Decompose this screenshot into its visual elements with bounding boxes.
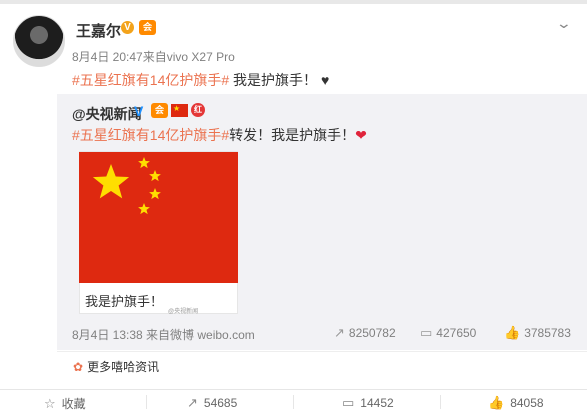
post-hashtag-link[interactable]: #五星红旗有14亿护旗手# bbox=[72, 72, 229, 88]
flower-icon: ✿ bbox=[73, 360, 84, 374]
vip-icon: 会 bbox=[151, 103, 168, 118]
repost-comment-stat[interactable]: ▭ 427650 bbox=[420, 325, 476, 341]
divider bbox=[146, 395, 147, 409]
post-text: #五星红旗有14亿护旗手# 我是护旗手！ ♥ bbox=[72, 70, 329, 90]
like-button[interactable]: 👍 84058 bbox=[488, 395, 544, 411]
star-icon: ☆ bbox=[44, 396, 56, 411]
like-action-count: 84058 bbox=[510, 396, 544, 410]
like-count: 3785783 bbox=[524, 326, 571, 340]
repost-author[interactable]: @央视新闻 bbox=[72, 104, 142, 124]
top-border bbox=[0, 0, 587, 4]
repost-meta: 8月4日 13:38 来自微博 weibo.com bbox=[72, 328, 255, 342]
china-flag-image[interactable] bbox=[79, 152, 238, 283]
red-heart-icon: ❤ bbox=[355, 127, 367, 143]
repost-text: #五星红旗有14亿护旗手#转发！我是护旗手！❤ bbox=[72, 125, 367, 145]
comment-count: 427650 bbox=[436, 326, 477, 340]
blue-verified-icon: V bbox=[134, 103, 144, 119]
forward-action-count: 54685 bbox=[203, 396, 238, 410]
avatar[interactable] bbox=[13, 15, 65, 67]
comment-button[interactable]: ▭ 14452 bbox=[342, 395, 394, 411]
flag-badge-icon: ★ bbox=[171, 104, 188, 117]
verified-icon: V bbox=[121, 21, 134, 34]
forward-icon: ↗ bbox=[334, 325, 345, 340]
watermark: @央视新闻 bbox=[168, 309, 199, 315]
post-body: 我是护旗手！ bbox=[229, 72, 318, 88]
comment-action-count: 14452 bbox=[360, 396, 394, 410]
like-icon: 👍 bbox=[504, 325, 521, 340]
favorite-label: 收藏 bbox=[61, 397, 86, 411]
more-link[interactable]: ✿ 更多嘻哈资讯 bbox=[73, 358, 159, 375]
divider bbox=[440, 395, 441, 409]
repost-like-stat[interactable]: 👍 3785783 bbox=[504, 325, 571, 341]
like-icon: 👍 bbox=[488, 395, 505, 410]
post-meta: 8月4日 20:47来自vivo X27 Pro bbox=[72, 50, 235, 64]
repost-hashtag-link[interactable]: #五星红旗有14亿护旗手# bbox=[72, 127, 229, 143]
forward-count: 8250782 bbox=[348, 326, 396, 340]
repost-body: 转发！我是护旗手！ bbox=[229, 127, 356, 143]
comment-icon: ▭ bbox=[342, 395, 355, 410]
card-caption: 我是护旗手！ bbox=[85, 294, 164, 309]
red-badge-icon: 红 bbox=[191, 103, 205, 117]
comment-icon: ▭ bbox=[420, 325, 433, 340]
divider bbox=[293, 395, 294, 409]
more-label: 更多嘻哈资讯 bbox=[87, 360, 160, 374]
repost-forward-stat[interactable]: ↗ 8250782 bbox=[334, 325, 396, 341]
chevron-down-icon[interactable]: ⌄ bbox=[556, 15, 572, 32]
favorite-button[interactable]: ☆ 收藏 bbox=[44, 395, 86, 412]
forward-icon: ↗ bbox=[187, 395, 198, 410]
forward-button[interactable]: ↗ 54685 bbox=[187, 395, 237, 411]
heart-icon: ♥ bbox=[320, 72, 330, 88]
author-name[interactable]: 王嘉尔 bbox=[76, 20, 121, 41]
vip-icon: 会 bbox=[139, 20, 156, 35]
